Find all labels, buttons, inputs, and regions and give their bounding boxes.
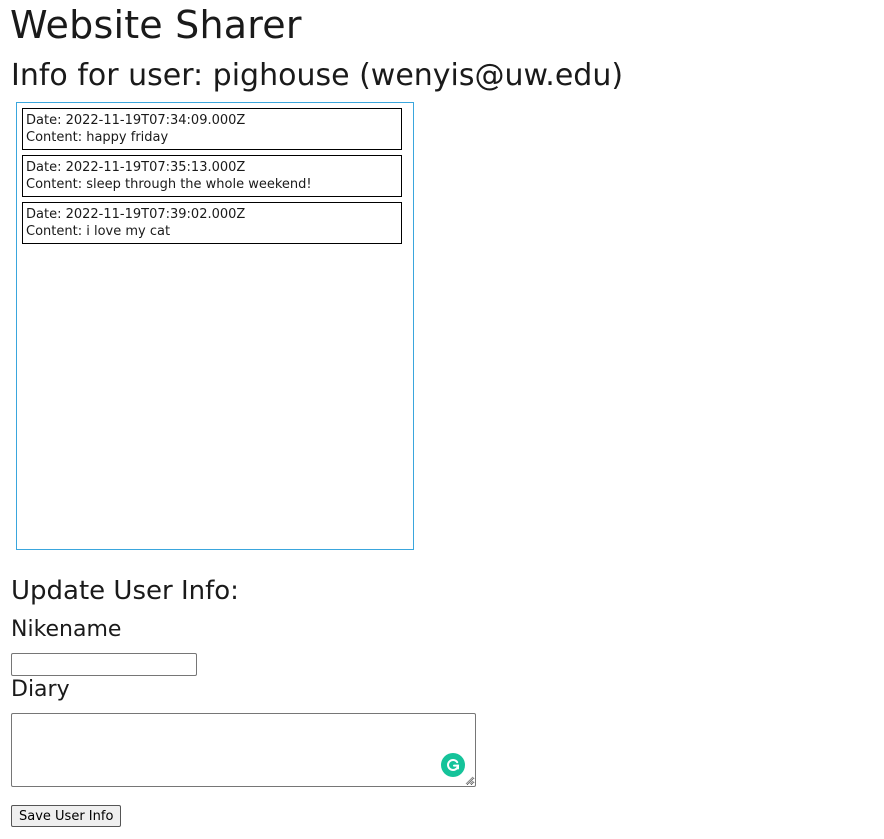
post-content: Content: i love my cat xyxy=(26,224,171,239)
resize-grip-icon[interactable] xyxy=(465,776,474,785)
post-item: Date: 2022-11-19T07:34:09.000Z Content: … xyxy=(22,108,402,150)
post-date: Date: 2022-11-19T07:39:02.000Z xyxy=(26,207,246,222)
nickname-label: Nikename xyxy=(11,617,122,642)
diary-label: Diary xyxy=(11,677,70,702)
save-user-info-button[interactable]: Save User Info xyxy=(11,805,122,827)
post-date: Date: 2022-11-19T07:35:13.000Z xyxy=(26,160,246,175)
app-title: Website Sharer xyxy=(10,3,302,47)
diary-textarea[interactable] xyxy=(11,713,476,787)
post-list-panel[interactable]: Date: 2022-11-19T07:34:09.000Z Content: … xyxy=(16,102,414,550)
post-content: Content: sleep through the whole weekend… xyxy=(26,177,312,192)
post-item: Date: 2022-11-19T07:35:13.000Z Content: … xyxy=(22,155,402,197)
post-content: Content: happy friday xyxy=(26,130,169,145)
nickname-input[interactable] xyxy=(11,653,197,676)
post-item: Date: 2022-11-19T07:39:02.000Z Content: … xyxy=(22,202,402,244)
update-user-info-heading: Update User Info: xyxy=(11,576,239,606)
user-info-heading: Info for user: pighouse (wenyis@uw.edu) xyxy=(11,58,624,93)
post-date: Date: 2022-11-19T07:34:09.000Z xyxy=(26,113,246,128)
grammarly-g-glyph xyxy=(447,759,460,771)
grammarly-icon[interactable] xyxy=(441,753,465,777)
